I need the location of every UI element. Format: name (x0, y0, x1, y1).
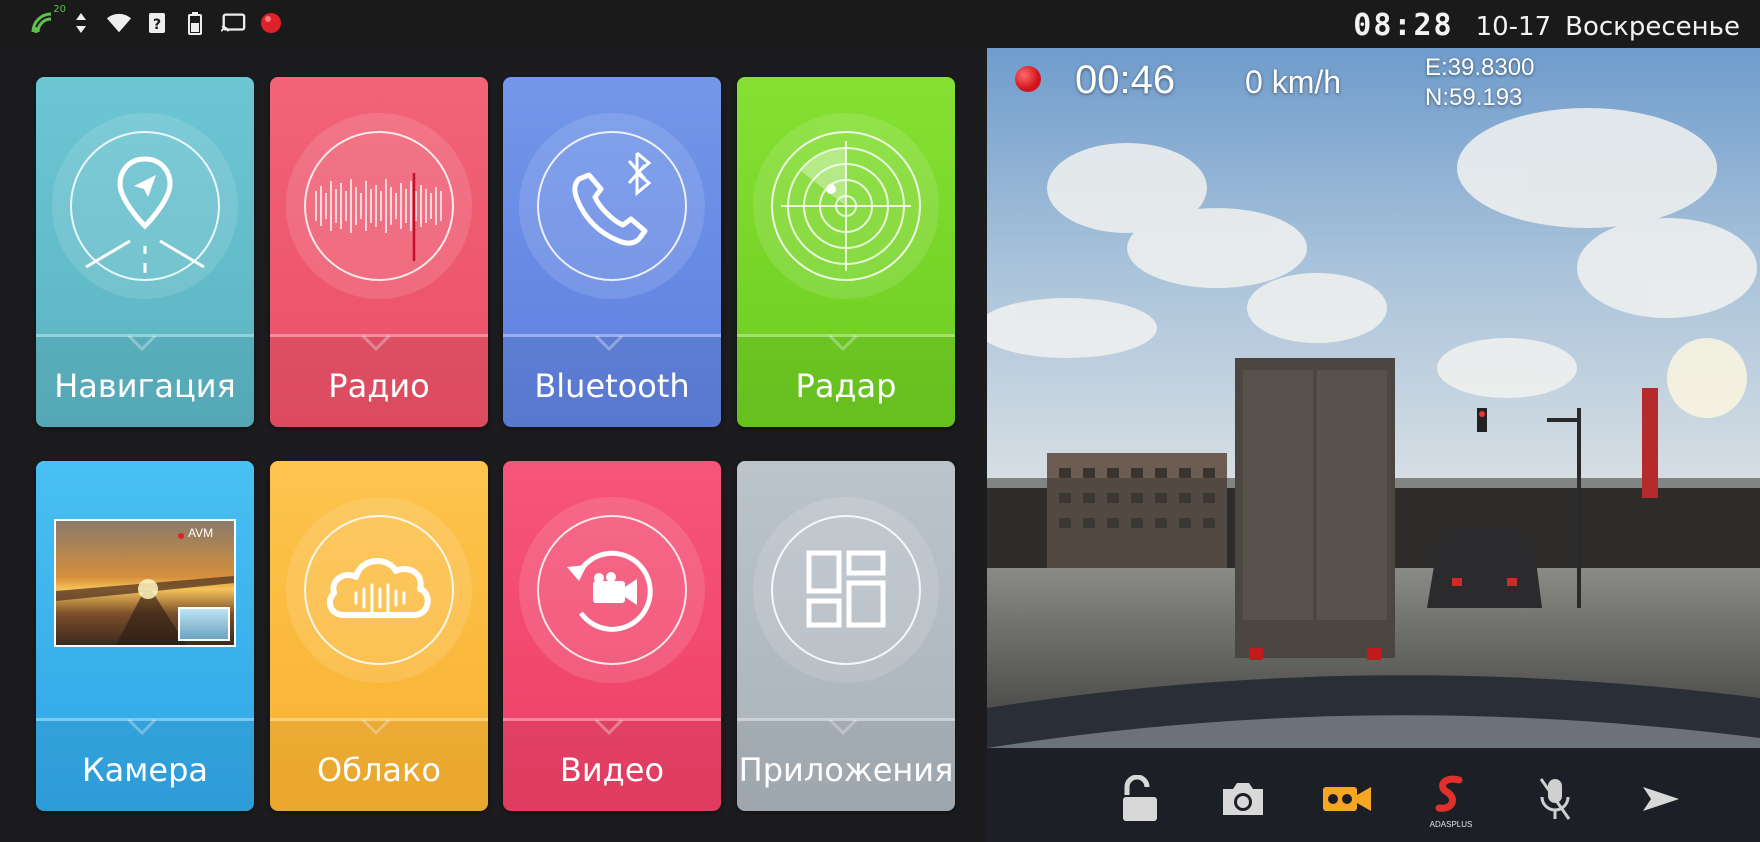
camera-preview: AVM (54, 519, 236, 647)
record-indicator-icon (258, 10, 284, 36)
clock-weekday: Воскресенье (1565, 12, 1740, 42)
dashcam-toolbar: ADASPLUS (987, 756, 1760, 842)
location-pin-icon (85, 156, 205, 273)
radio-waveform-icon (315, 173, 442, 261)
preview-pip (178, 607, 230, 641)
preview-rec-dot (178, 533, 184, 539)
tile-label-bluetooth: Bluetooth (534, 367, 690, 405)
gps-latitude: N:59.193 (1425, 84, 1523, 111)
unlock-icon (1123, 775, 1157, 821)
svg-text:?: ? (153, 17, 161, 33)
tile-label-cloud: Облако (317, 751, 441, 789)
tile-label-radio: Радио (328, 367, 430, 405)
rec-dot-icon (1015, 66, 1041, 92)
tile-radio[interactable]: Радио (270, 77, 488, 427)
clock-time: 08:28 (1353, 8, 1454, 43)
status-clock: 08:28 10-17 Воскресенье (1353, 8, 1740, 43)
tile-camera[interactable]: AVM Камера (36, 461, 254, 811)
tile-label-video: Видео (559, 751, 665, 789)
tile-label-apps: Приложения (738, 751, 954, 789)
phone-bluetooth-icon (572, 151, 652, 246)
battery-icon (182, 10, 208, 36)
sim-question-icon: ? (144, 10, 170, 36)
data-arrows-icon (68, 10, 94, 36)
wifi-signal-icon: 20 (30, 4, 66, 36)
dashcam-view[interactable]: 00:46 0 km/h E:39.8300 N:59.193 ADASPLUS (987, 48, 1760, 842)
record-button[interactable] (1317, 769, 1377, 829)
tile-label-camera: Камера (81, 751, 209, 789)
status-bar: 20 ? 08:28 10-17 Воскресенье (0, 0, 1760, 48)
camera-icon (1223, 783, 1263, 815)
tile-bluetooth[interactable]: Bluetooth (503, 77, 721, 427)
recording-time: 00:46 (1075, 58, 1176, 102)
status-icons: 20 ? (30, 4, 284, 36)
speed-readout: 0 km/h (1245, 64, 1342, 100)
network-label: 20 (53, 4, 66, 15)
apps-grid-icon (806, 550, 886, 628)
tile-radar[interactable]: Радар (737, 77, 955, 427)
dashcam-scene (987, 48, 1760, 842)
play-arrow-icon (1643, 787, 1679, 811)
adas-logo-text: ADASPLUS (1429, 820, 1473, 829)
tile-apps[interactable]: Приложения (737, 461, 955, 811)
tile-label-radar: Радар (795, 367, 897, 405)
tile-video[interactable]: Видео (503, 461, 721, 811)
mic-muted-icon (1539, 778, 1571, 820)
next-button[interactable] (1631, 769, 1691, 829)
app-launcher: Навигация Радио Bluetooth Радар AVM Каме… (0, 48, 987, 842)
snapshot-button[interactable] (1213, 769, 1273, 829)
gps-longitude: E:39.8300 (1425, 54, 1535, 81)
tile-navigation[interactable]: Навигация (36, 77, 254, 427)
adas-logo-icon (1435, 775, 1463, 812)
tile-label-navigation: Навигация (54, 367, 236, 405)
video-replay-icon (567, 550, 653, 632)
cloud-voice-icon (326, 558, 431, 618)
adas-button[interactable]: ADASPLUS (1421, 769, 1481, 829)
tile-cloud[interactable]: Облако (270, 461, 488, 811)
clock-date: 10-17 (1475, 12, 1552, 42)
cast-icon (220, 10, 246, 36)
video-record-icon (1323, 787, 1371, 811)
mic-button[interactable] (1525, 769, 1585, 829)
radar-icon (781, 141, 911, 271)
lock-button[interactable] (1109, 769, 1169, 829)
preview-badge: AVM (188, 526, 214, 540)
wifi-icon (106, 10, 132, 36)
